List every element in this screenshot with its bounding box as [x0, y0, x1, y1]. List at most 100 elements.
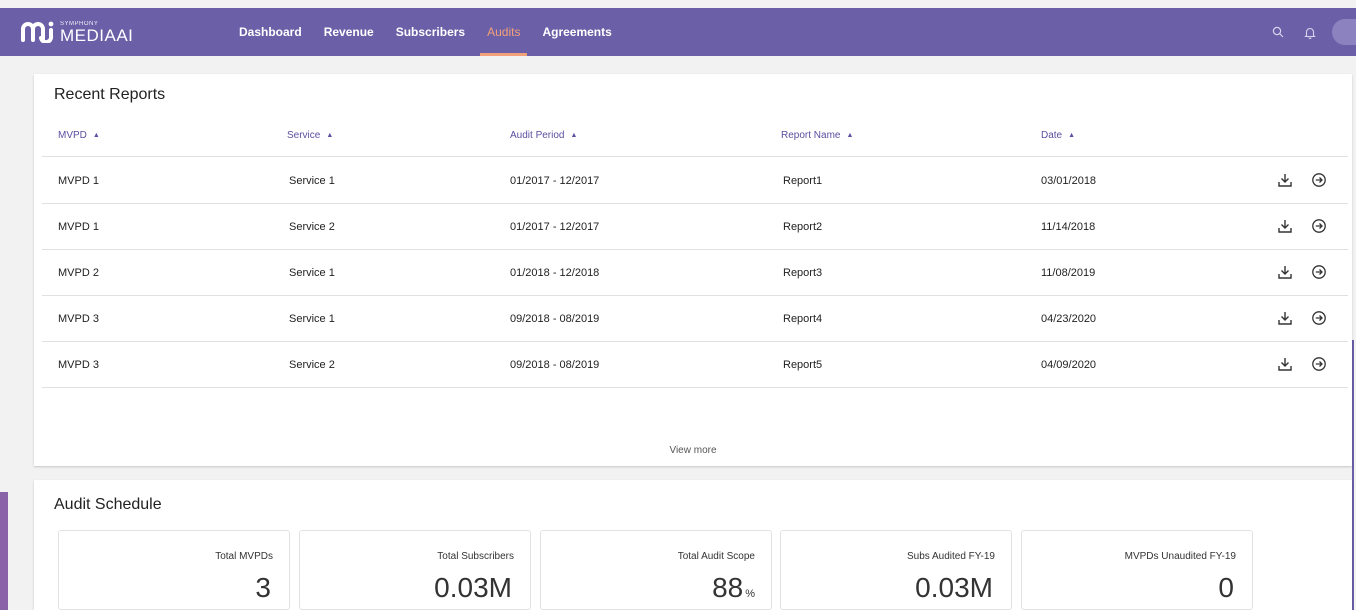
cell-mvpd: MVPD 1 — [58, 221, 99, 233]
view-more-link[interactable]: View more — [34, 445, 1352, 456]
cell-audit-period: 01/2018 - 12/2018 — [510, 267, 600, 279]
sort-asc-icon: ▲ — [92, 132, 100, 139]
cell-audit-period: 01/2017 - 12/2017 — [510, 221, 600, 233]
stat-value: 0 — [1218, 574, 1236, 602]
cell-report-name: Report1 — [783, 175, 823, 187]
cell-date: 04/23/2020 — [1041, 313, 1097, 325]
stat-number: 0.03M — [434, 572, 512, 603]
cell-report-name: Report4 — [783, 313, 823, 325]
cell-mvpd: MVPD 2 — [58, 267, 99, 279]
nav-agreements[interactable]: Agreements — [531, 8, 622, 56]
stat-number: 0.03M — [915, 572, 993, 603]
cell-report-name: Report5 — [783, 359, 823, 371]
cell-audit-period: 09/2018 - 08/2019 — [510, 359, 600, 371]
search-icon[interactable] — [1262, 8, 1294, 56]
stat-value: 0.03M — [915, 574, 995, 602]
audit-schedule-title: Audit Schedule — [54, 496, 162, 513]
reports-table-header: MVPD ▲ Service ▲ Audit Period ▲ Report Name… — [42, 124, 1348, 157]
right-scroll-line — [1352, 340, 1354, 610]
top-nav-bar: SYMPHONY MEDIAAI Dashboard Revenue Subsc… — [0, 8, 1356, 56]
sort-asc-icon: ▲ — [570, 132, 578, 139]
column-header-mvpd[interactable]: MVPD ▲ — [58, 130, 100, 141]
stat-label: Total Subscribers — [437, 551, 514, 562]
cell-report-name: Report2 — [783, 221, 823, 233]
cell-date: 11/08/2019 — [1041, 267, 1096, 279]
sort-asc-icon: ▲ — [1068, 132, 1076, 139]
download-icon[interactable] — [1275, 262, 1295, 282]
cell-date: 11/14/2018 — [1041, 221, 1096, 233]
bell-icon[interactable] — [1294, 8, 1326, 56]
arrow-circle-right-icon[interactable] — [1309, 354, 1329, 374]
left-accent-strip — [0, 492, 8, 610]
cell-mvpd: MVPD 3 — [58, 359, 99, 371]
cell-service: Service 1 — [289, 175, 335, 187]
cell-audit-period: 09/2018 - 08/2019 — [510, 313, 600, 325]
column-header-label: Audit Period — [510, 130, 565, 141]
recent-reports-panel: Recent Reports MVPD ▲ Service ▲ Audit Peri… — [34, 74, 1352, 466]
stat-number: 3 — [255, 572, 271, 603]
cell-date: 04/09/2020 — [1041, 359, 1097, 371]
stat-card-total-subscribers: Total Subscribers 0.03M — [299, 530, 531, 610]
stat-value: 0.03M — [434, 574, 514, 602]
column-header-label: Service — [287, 130, 321, 141]
cell-report-name: Report3 — [783, 267, 823, 279]
stat-label: Total MVPDs — [215, 551, 273, 562]
stat-value: 88% — [712, 574, 755, 602]
sort-asc-icon: ▲ — [326, 132, 334, 139]
stat-unit: % — [745, 588, 755, 600]
table-row[interactable]: MVPD 3 Service 2 09/2018 - 08/2019 Repor… — [42, 342, 1348, 388]
cell-audit-period: 01/2017 - 12/2017 — [510, 175, 600, 187]
cell-mvpd: MVPD 1 — [58, 175, 99, 187]
cell-service: Service 2 — [289, 359, 335, 371]
stat-label: Subs Audited FY-19 — [906, 551, 995, 562]
cell-service: Service 1 — [289, 313, 335, 325]
brand-text: SYMPHONY MEDIAAI — [60, 21, 133, 44]
column-header-label: MVPD — [58, 130, 87, 141]
nav-subscribers[interactable]: Subscribers — [385, 8, 476, 56]
nav-revenue[interactable]: Revenue — [313, 8, 385, 56]
table-row[interactable]: MVPD 2 Service 1 01/2018 - 12/2018 Repor… — [42, 250, 1348, 296]
stat-number: 0 — [1218, 572, 1234, 603]
download-icon[interactable] — [1275, 216, 1295, 236]
avatar[interactable] — [1332, 19, 1356, 45]
nav-dashboard[interactable]: Dashboard — [228, 8, 313, 56]
mj-logo-icon — [20, 21, 56, 43]
arrow-circle-right-icon[interactable] — [1309, 216, 1329, 236]
cell-service: Service 1 — [289, 267, 335, 279]
audit-schedule-panel: Audit Schedule Total MVPDs 3 Total Subsc… — [34, 480, 1352, 610]
column-header-date[interactable]: Date ▲ — [1041, 130, 1075, 141]
column-header-label: Date — [1041, 130, 1063, 141]
table-row[interactable]: MVPD 3 Service 1 09/2018 - 08/2019 Repor… — [42, 296, 1348, 342]
cell-date: 03/01/2018 — [1041, 175, 1097, 187]
column-header-label: Report Name — [781, 130, 841, 141]
column-header-audit-period[interactable]: Audit Period ▲ — [510, 130, 577, 141]
download-icon[interactable] — [1275, 170, 1295, 190]
brand-logo[interactable]: SYMPHONY MEDIAAI — [20, 21, 210, 44]
nav-audits[interactable]: Audits — [476, 8, 531, 56]
stat-card-mvpds-unaudited: MVPDs Unaudited FY-19 0 — [1021, 530, 1253, 610]
sort-asc-icon: ▲ — [846, 132, 854, 139]
stat-label: MVPDs Unaudited FY-19 — [1124, 551, 1236, 562]
table-row[interactable]: MVPD 1 Service 2 01/2017 - 12/2017 Repor… — [42, 204, 1348, 250]
stat-card-total-audit-scope: Total Audit Scope 88% — [540, 530, 772, 610]
table-row[interactable]: MVPD 1 Service 1 01/2017 - 12/2017 Repor… — [42, 158, 1348, 204]
stat-number: 88 — [712, 572, 744, 603]
nav-right-actions — [1262, 8, 1356, 56]
download-icon[interactable] — [1275, 308, 1295, 328]
arrow-circle-right-icon[interactable] — [1309, 262, 1329, 282]
brand-name: MEDIAAI — [60, 25, 134, 45]
column-header-report-name[interactable]: Report Name ▲ — [781, 130, 853, 141]
download-icon[interactable] — [1275, 354, 1295, 374]
stat-label: Total Audit Scope — [677, 551, 755, 562]
stat-card-subs-audited: Subs Audited FY-19 0.03M — [780, 530, 1012, 610]
arrow-circle-right-icon[interactable] — [1309, 308, 1329, 328]
recent-reports-title: Recent Reports — [54, 86, 166, 103]
column-header-service[interactable]: Service ▲ — [287, 130, 333, 141]
stat-card-total-mvpds: Total MVPDs 3 — [58, 530, 290, 610]
stat-value: 3 — [255, 574, 273, 602]
arrow-circle-right-icon[interactable] — [1309, 170, 1329, 190]
cell-service: Service 2 — [289, 221, 335, 233]
nav-links: Dashboard Revenue Subscribers Audits Agr… — [228, 8, 623, 56]
cell-mvpd: MVPD 3 — [58, 313, 99, 325]
brand-small-text: SYMPHONY — [60, 20, 99, 27]
